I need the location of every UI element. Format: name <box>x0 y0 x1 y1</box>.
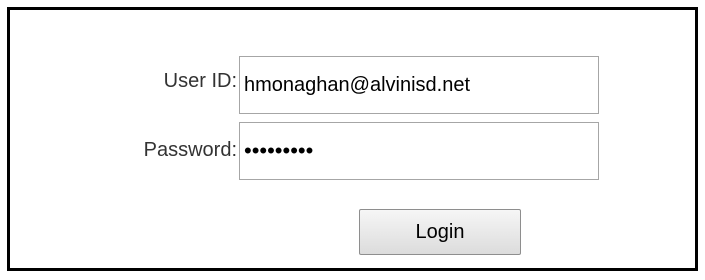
userid-label: User ID: <box>163 70 237 92</box>
password-input[interactable] <box>239 122 599 180</box>
login-button[interactable]: Login <box>359 209 521 255</box>
userid-input[interactable] <box>239 56 599 114</box>
login-panel: User ID: Password: Login <box>7 7 698 271</box>
password-label: Password: <box>143 139 237 161</box>
